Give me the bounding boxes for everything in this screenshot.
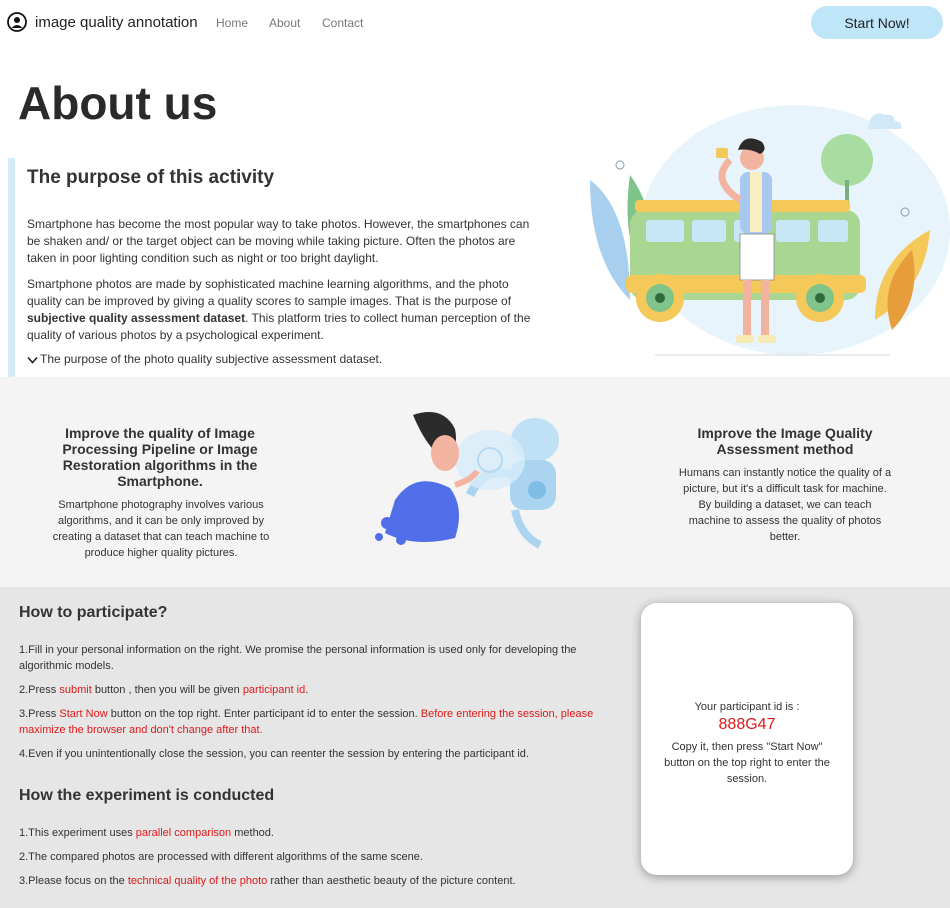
participate-step-1: 1.Fill in your personal information on t… [19,644,577,672]
purpose-paragraph-2: Smartphone photos are made by sophistica… [27,277,531,342]
participate-step-4: 4.Even if you unintentionally close the … [19,748,529,760]
feature-right-title: Improve the Image Quality Assessment met… [697,425,873,457]
section-accent-bar [8,158,15,377]
feature-right-text: Humans can instantly notice the quality … [678,467,892,543]
participant-id-label: Your participant id is : [694,701,800,713]
feature-left-title: Improve the quality of Image Processing … [62,425,258,489]
page-title: About us [18,77,218,129]
participate-step-2: 2.Press submit button , then you will be… [19,684,309,696]
nav-link-about[interactable]: About [269,16,300,30]
chevron-down-icon [27,356,38,364]
experiment-heading: How the experiment is conducted [19,787,275,804]
human-robot-illustration [375,412,559,549]
nav-link-home[interactable]: Home [216,16,248,30]
experiment-step-1: 1.This experiment uses parallel comparis… [19,827,274,839]
feature-left-text: Smartphone photography involves various … [52,499,270,559]
nav-link-contact[interactable]: Contact [322,16,363,30]
start-now-button[interactable]: Start Now! [811,6,943,39]
participant-id-value[interactable]: 888G47 [641,716,853,734]
purpose-paragraph-1: Smartphone has become the most popular w… [27,217,530,265]
user-logo-icon[interactable] [7,12,27,32]
participant-id-hint: Copy it, then press "Start Now" button o… [664,741,830,785]
experiment-step-2: 2.The compared photos are processed with… [19,851,423,863]
experiment-step-3: 3.Please focus on the technical quality … [19,875,516,887]
participate-heading: How to participate? [19,604,168,621]
participate-step-3: 3.Press Start Now button on the top righ… [19,708,594,736]
camera-van-illustration [590,105,950,356]
participant-id-card: Your participant id is : 888G47 Copy it,… [641,603,853,875]
top-nav: image quality annotation Home About Cont… [0,0,950,44]
purpose-heading: The purpose of this activity [27,167,275,188]
purpose-dataset-toggle[interactable]: The purpose of the photo quality subject… [27,352,382,366]
brand-title[interactable]: image quality annotation [35,14,198,31]
